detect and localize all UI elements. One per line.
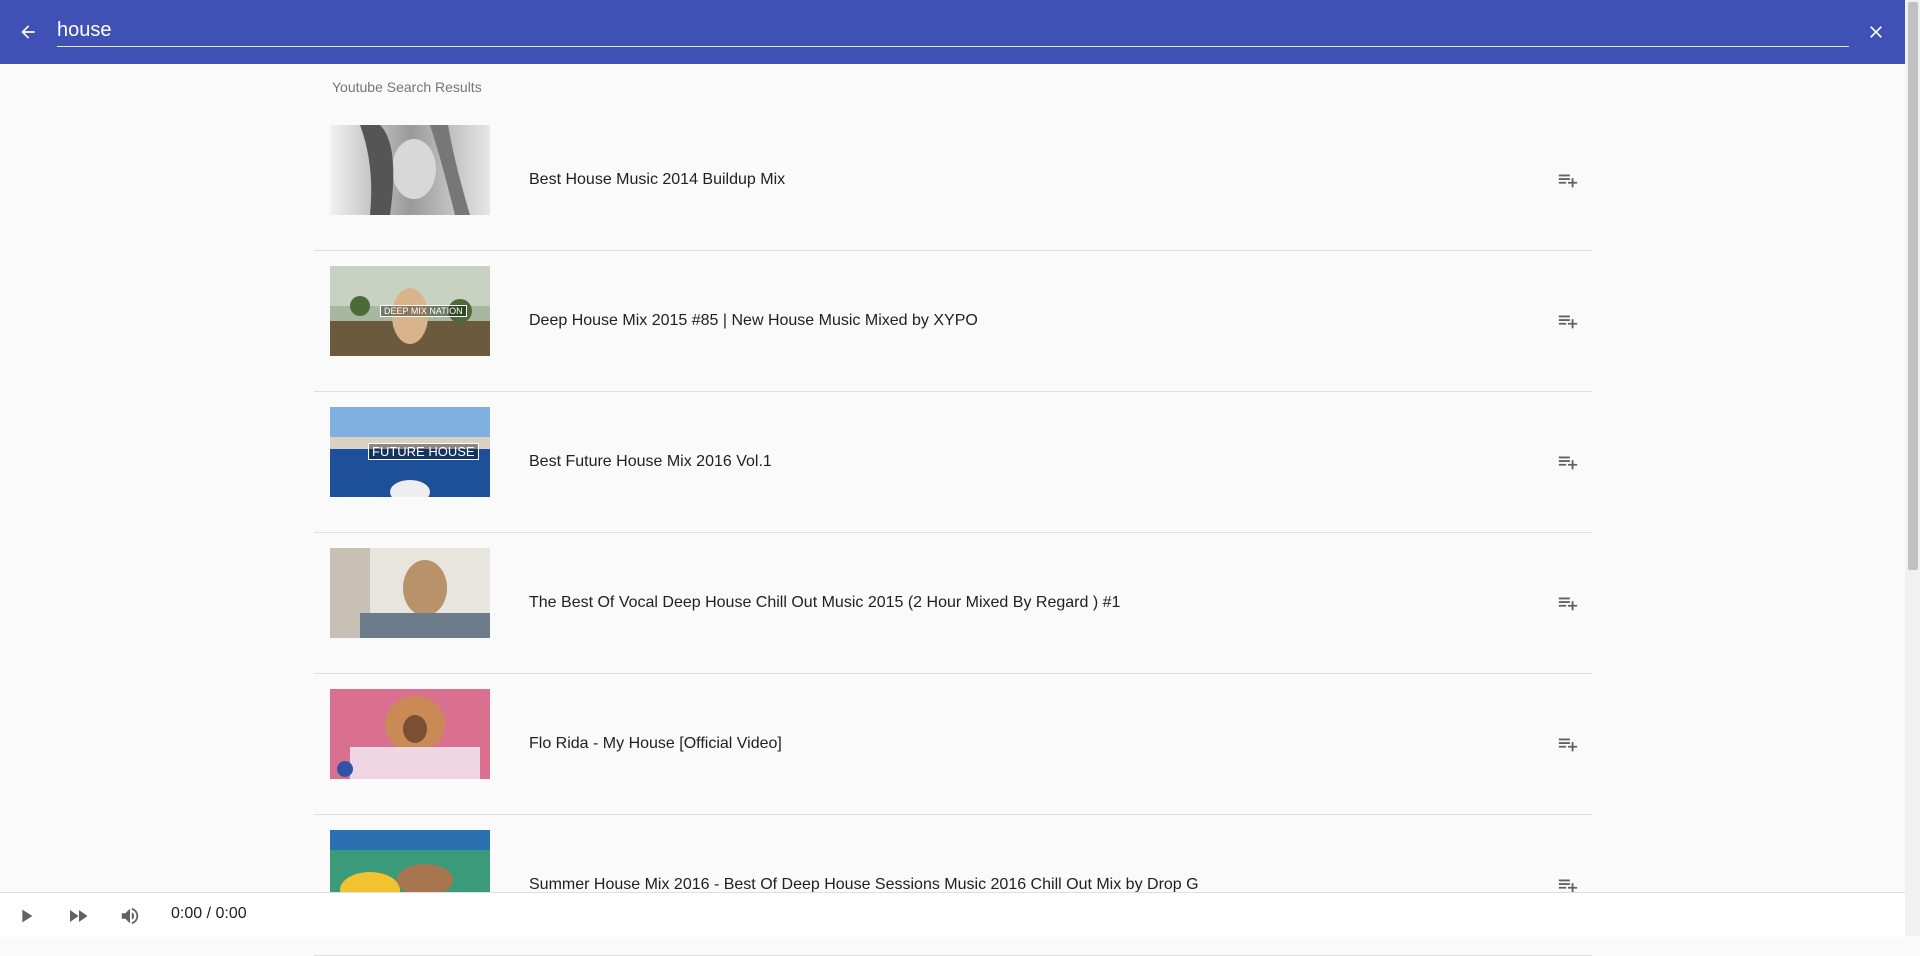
search-field bbox=[57, 16, 1849, 47]
results-subheader: Youtube Search Results bbox=[332, 79, 482, 95]
playlist-add-icon bbox=[1558, 597, 1578, 611]
app-bar bbox=[0, 0, 1905, 64]
play-icon bbox=[22, 909, 33, 923]
add-to-playlist-button[interactable] bbox=[1554, 448, 1582, 476]
video-title: The Best Of Vocal Deep House Chill Out M… bbox=[529, 594, 1121, 611]
scrollbar[interactable] bbox=[1905, 0, 1920, 936]
video-thumbnail: FUTURE HOUSE bbox=[330, 407, 490, 497]
volume-button[interactable] bbox=[116, 902, 144, 930]
add-to-playlist-button[interactable] bbox=[1554, 166, 1582, 194]
scrollbar-thumb[interactable] bbox=[1908, 2, 1918, 570]
video-title: Deep House Mix 2015 #85 | New House Musi… bbox=[529, 312, 978, 329]
close-search-button[interactable] bbox=[1862, 18, 1890, 46]
playlist-add-icon bbox=[1558, 315, 1578, 329]
add-to-playlist-button[interactable] bbox=[1554, 730, 1582, 758]
volume-icon bbox=[121, 907, 139, 925]
close-icon bbox=[1870, 26, 1882, 38]
playlist-add-icon bbox=[1558, 456, 1578, 470]
thumbnail-overlay-text: DEEP MIX NATION bbox=[380, 305, 467, 317]
video-thumbnail bbox=[330, 125, 490, 215]
add-to-playlist-button[interactable] bbox=[1554, 307, 1582, 335]
playlist-add-icon bbox=[1558, 738, 1578, 752]
list-item[interactable]: The Best Of Vocal Deep House Chill Out M… bbox=[314, 533, 1592, 674]
search-results: Youtube Search Results Best House Music … bbox=[314, 64, 1592, 956]
search-input[interactable] bbox=[57, 16, 1849, 44]
video-title: Flo Rida - My House [Official Video] bbox=[529, 735, 782, 752]
playlist-add-icon bbox=[1558, 174, 1578, 188]
playback-time: 0:00 / 0:00 bbox=[171, 905, 247, 922]
player-bar: 0:00 / 0:00 bbox=[0, 892, 1905, 937]
list-item[interactable]: Flo Rida - My House [Official Video] bbox=[314, 674, 1592, 815]
video-thumbnail: DEEP MIX NATION bbox=[330, 266, 490, 356]
video-title: Best Future House Mix 2016 Vol.1 bbox=[529, 453, 772, 470]
back-button[interactable] bbox=[14, 18, 42, 46]
thumbnail-overlay-text: FUTURE HOUSE bbox=[368, 443, 479, 460]
play-button[interactable] bbox=[12, 902, 40, 930]
list-item[interactable]: DEEP MIX NATION Deep House Mix 2015 #85 … bbox=[314, 251, 1592, 392]
video-thumbnail bbox=[330, 548, 490, 638]
next-button[interactable] bbox=[64, 902, 92, 930]
add-to-playlist-button[interactable] bbox=[1554, 589, 1582, 617]
list-item[interactable]: FUTURE HOUSE Best Future House Mix 2016 … bbox=[314, 392, 1592, 533]
video-thumbnail bbox=[330, 689, 490, 779]
arrow-back-icon bbox=[21, 25, 35, 39]
video-title: Best House Music 2014 Buildup Mix bbox=[529, 171, 786, 188]
fast-forward-icon bbox=[70, 910, 88, 922]
list-item[interactable]: Best House Music 2014 Buildup Mix bbox=[314, 110, 1592, 251]
